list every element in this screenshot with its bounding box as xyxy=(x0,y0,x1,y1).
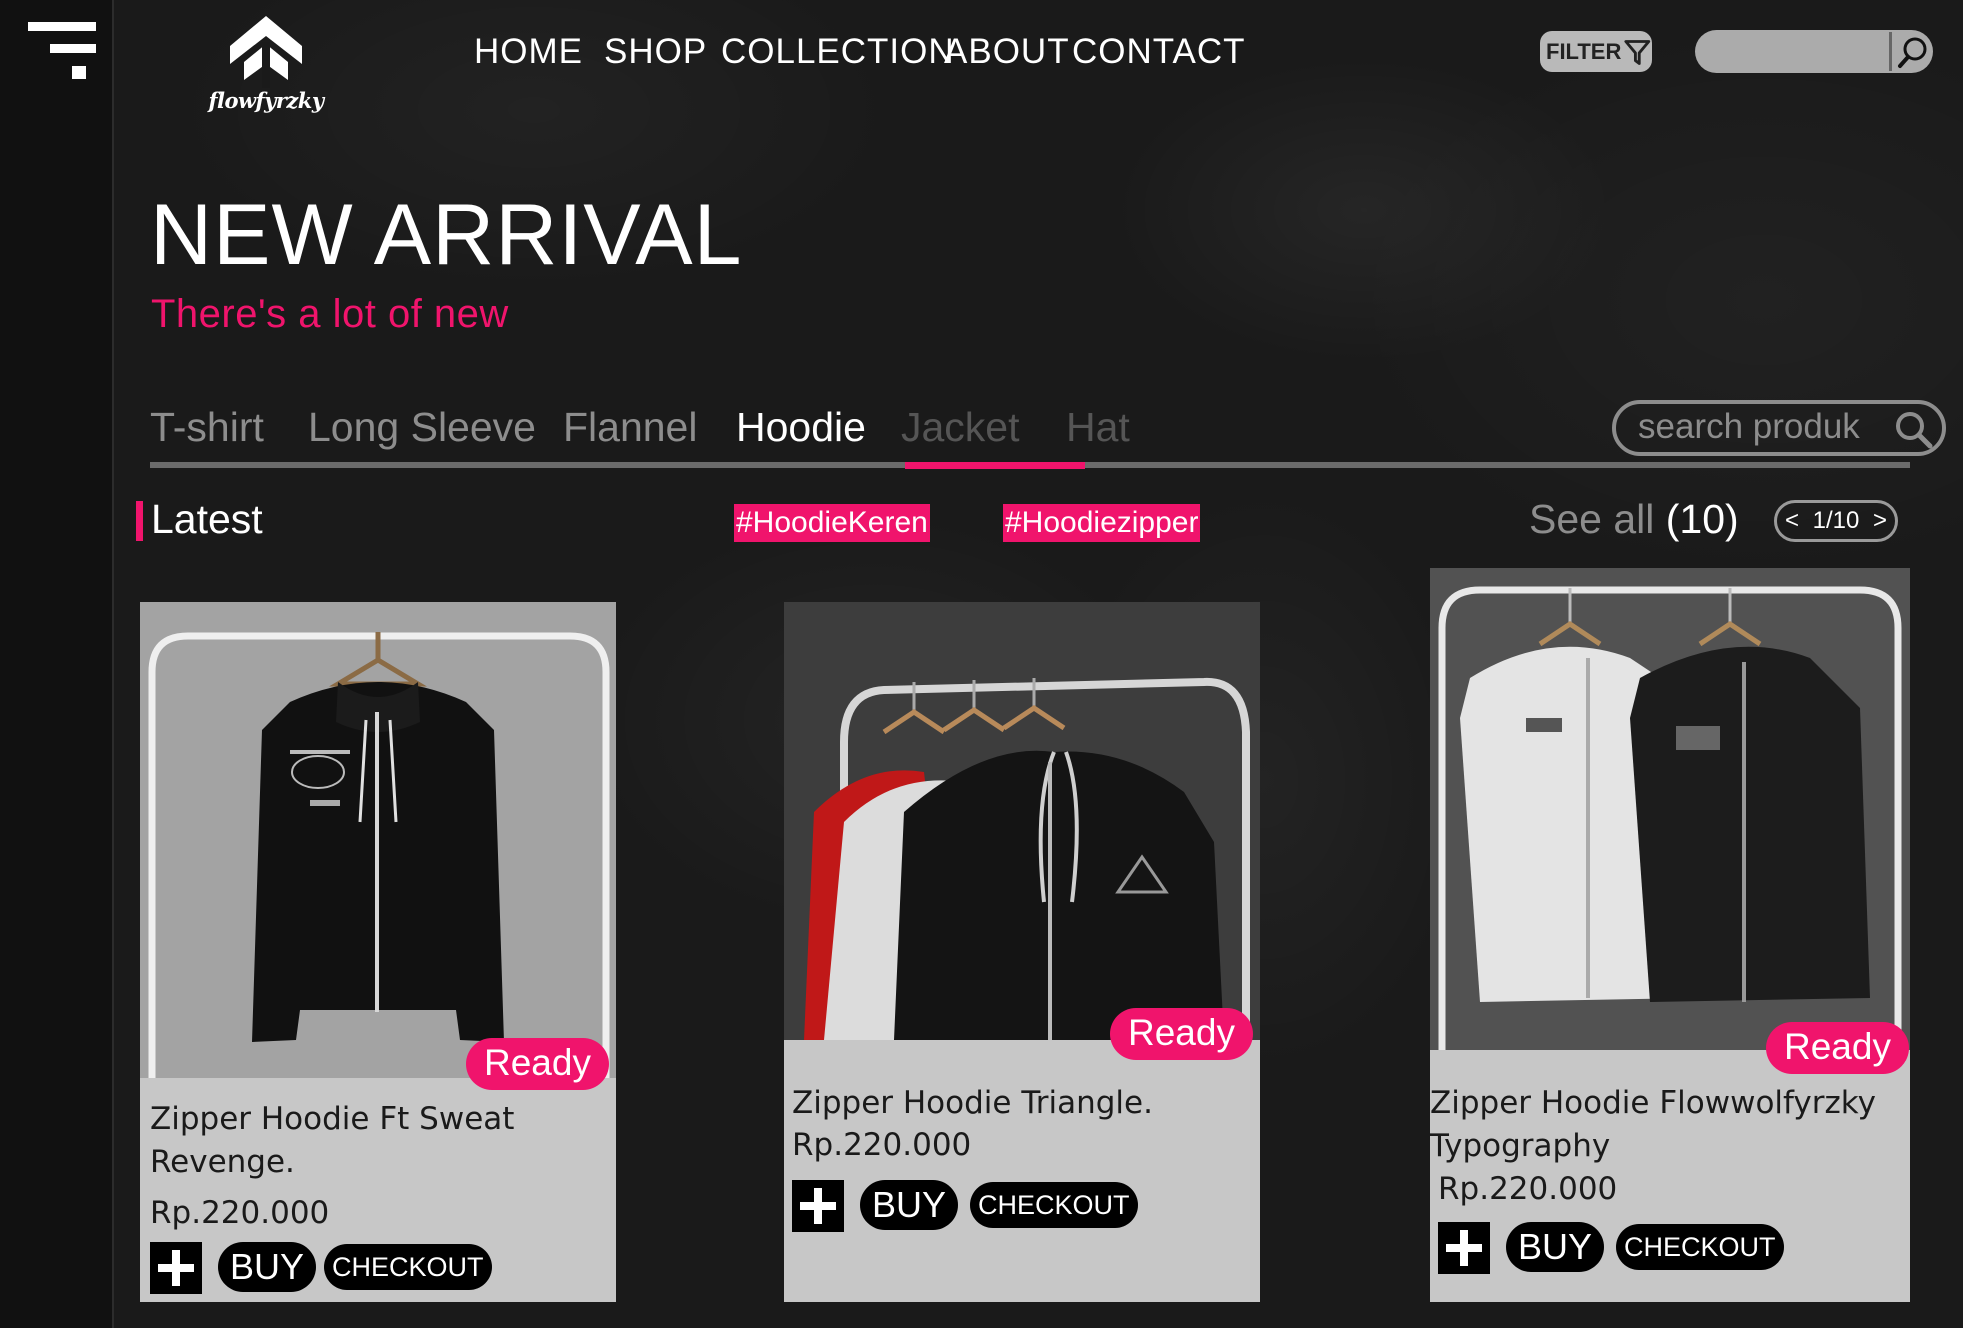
tag-hoodiezipper[interactable]: #Hoodiezipper xyxy=(1003,504,1201,542)
product-card[interactable]: Ready Zipper Hoodie Flowwolfyrzky Typogr… xyxy=(1430,568,1910,1302)
main-content: flowfyrzky HOME SHOP COLLECTION ABOUT CO… xyxy=(114,0,1963,1328)
product-price: Rp.220.000 xyxy=(150,1195,330,1231)
tab-flannel[interactable]: Flannel xyxy=(563,404,697,451)
filter-icon xyxy=(1624,39,1651,65)
nav-about[interactable]: ABOUT xyxy=(944,32,1070,72)
product-price: Rp.220.000 xyxy=(1438,1171,1618,1207)
section-title: Latest xyxy=(151,496,263,542)
product-name[interactable]: Zipper Hoodie Triangle. xyxy=(792,1082,1232,1125)
product-card[interactable]: Ready Zipper Hoodie Triangle. Rp.220.000… xyxy=(784,602,1260,1302)
product-card[interactable]: Ready Zipper Hoodie Ft Sweat Revenge. Rp… xyxy=(140,602,616,1302)
product-price: Rp.220.000 xyxy=(792,1127,972,1163)
nav-shop[interactable]: SHOP xyxy=(604,32,707,72)
plus-icon[interactable] xyxy=(792,1180,844,1232)
menu-icon[interactable] xyxy=(28,22,98,84)
tab-jacket[interactable]: Jacket xyxy=(901,404,1020,451)
status-badge: Ready xyxy=(466,1038,609,1090)
product-name[interactable]: Zipper Hoodie Ft Sweat Revenge. xyxy=(150,1098,550,1184)
product-image[interactable] xyxy=(1430,568,1910,1050)
pager-page: 1/10 xyxy=(1812,507,1860,534)
header-search xyxy=(1695,30,1933,73)
tab-long-sleeve[interactable]: Long Sleeve xyxy=(308,404,536,451)
buy-button[interactable]: BUY xyxy=(1506,1222,1605,1272)
page-title: NEW ARRIVAL xyxy=(150,187,743,283)
nav-contact[interactable]: CONTACT xyxy=(1072,32,1246,72)
status-badge: Ready xyxy=(1110,1008,1253,1060)
section-marker xyxy=(136,501,143,541)
category-tabs: T-shirt Long Sleeve Flannel Hoodie Jacke… xyxy=(150,400,1946,470)
search-icon[interactable] xyxy=(1895,32,1931,71)
nav-home[interactable]: HOME xyxy=(474,32,583,72)
pager: < 1/10 > xyxy=(1774,500,1898,542)
buy-button[interactable]: BUY xyxy=(860,1180,959,1230)
search-icon[interactable] xyxy=(1892,408,1934,450)
product-image[interactable] xyxy=(784,602,1260,1040)
sidebar xyxy=(0,0,114,1328)
filter-label: FILTER xyxy=(1546,38,1622,64)
checkout-button[interactable]: CHECKOUT xyxy=(1616,1224,1784,1270)
product-name[interactable]: Zipper Hoodie Flowwolfyrzky Typography xyxy=(1430,1082,1910,1168)
logo-icon xyxy=(230,16,302,88)
filter-button[interactable]: FILTER xyxy=(1540,31,1652,72)
checkout-button[interactable]: CHECKOUT xyxy=(324,1244,492,1290)
pager-prev[interactable]: < xyxy=(1785,507,1799,535)
plus-icon[interactable] xyxy=(150,1242,202,1294)
search-divider xyxy=(1889,32,1892,71)
tab-hat[interactable]: Hat xyxy=(1066,404,1130,451)
brand-name: flowfyrzky xyxy=(208,88,324,113)
tab-tshirt[interactable]: T-shirt xyxy=(150,404,264,451)
tag-hoodiekeren[interactable]: #HoodieKeren xyxy=(734,504,930,542)
tab-hoodie[interactable]: Hoodie xyxy=(736,404,866,451)
product-search-placeholder: search produk xyxy=(1638,407,1860,446)
page-subtitle: There's a lot of new xyxy=(151,292,509,336)
product-image[interactable] xyxy=(140,602,616,1078)
nav-collection[interactable]: COLLECTION xyxy=(721,32,955,72)
pager-next[interactable]: > xyxy=(1873,507,1887,535)
header-search-input[interactable] xyxy=(1709,36,1883,68)
active-tab-indicator xyxy=(905,462,1085,469)
product-search[interactable]: search produk xyxy=(1612,400,1946,456)
see-all-link[interactable]: See all (10) xyxy=(1529,496,1739,543)
see-all-count: (10) xyxy=(1665,496,1739,542)
status-badge: Ready xyxy=(1766,1022,1909,1074)
checkout-button[interactable]: CHECKOUT xyxy=(970,1182,1138,1228)
see-all-label: See all xyxy=(1529,496,1655,542)
buy-button[interactable]: BUY xyxy=(218,1242,317,1292)
brand-logo[interactable]: flowfyrzky xyxy=(206,14,326,124)
plus-icon[interactable] xyxy=(1438,1222,1490,1274)
